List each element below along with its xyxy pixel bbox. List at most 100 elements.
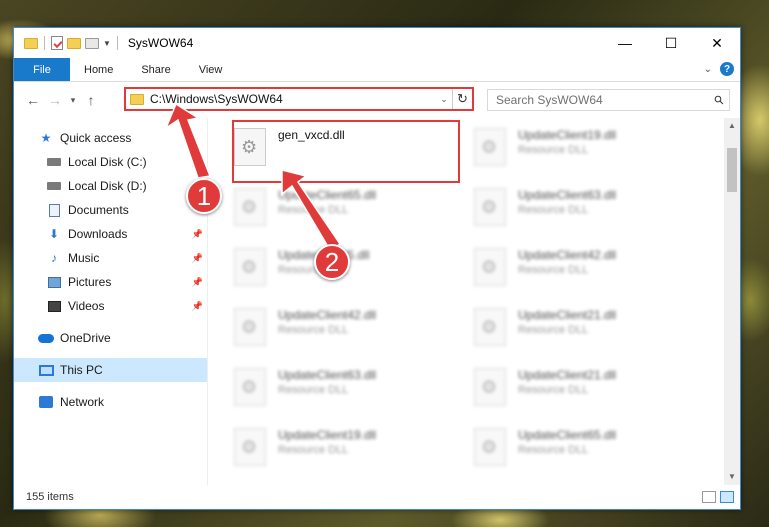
file-type: Resource DLL: [518, 144, 589, 156]
pin-icon: 📌: [191, 228, 203, 239]
file-name: UpdateClient19.dll: [518, 128, 617, 142]
star-icon: ★: [40, 131, 52, 145]
sidebar-item-this-pc[interactable]: This PC: [14, 358, 207, 382]
folder-icon: [130, 93, 144, 105]
new-folder-icon[interactable]: [67, 37, 81, 49]
chevron-down-icon[interactable]: ▼: [103, 39, 111, 48]
file-name: UpdateClient65.dll: [278, 188, 377, 202]
cloud-icon: [38, 331, 54, 345]
dll-file-icon: [474, 368, 506, 406]
window-title: SysWOW64: [127, 36, 194, 50]
recent-locations-icon[interactable]: ▾: [66, 95, 80, 106]
sidebar-item-label: Local Disk (D:): [68, 179, 147, 193]
sidebar-item-local-disk-c[interactable]: Local Disk (C:) 📌: [14, 150, 207, 174]
file-item[interactable]: UpdateClient63.dll Resource DLL: [234, 364, 474, 424]
scroll-down-icon[interactable]: ▼: [724, 469, 740, 485]
large-icons-view-icon[interactable]: [720, 491, 734, 503]
file-name: gen_vxcd.dll: [278, 128, 345, 142]
file-item[interactable]: UpdateClient21.dll Resource DLL: [474, 304, 714, 364]
file-name: UpdateClient63.dll: [278, 368, 377, 382]
tab-view[interactable]: View: [185, 58, 237, 81]
file-name: UpdateClient65.dll: [518, 428, 617, 442]
expand-ribbon-icon[interactable]: ⌄: [704, 64, 712, 75]
sidebar-item-downloads[interactable]: ⬇ Downloads 📌: [14, 222, 207, 246]
file-type: Resource DLL: [518, 204, 589, 216]
drive-icon: [46, 179, 62, 193]
file-type: Resource DLL: [278, 444, 349, 456]
tab-home[interactable]: Home: [70, 58, 127, 81]
file-explorer-window: ▼ SysWOW64 — ☐ ✕ File Home Share View ⌄ …: [13, 27, 741, 510]
title-bar: ▼ SysWOW64 — ☐ ✕: [14, 28, 740, 58]
file-item[interactable]: UpdateClient5.dllResource DLL: [234, 244, 474, 304]
navigation-pane: ★ Quick access Local Disk (C:) 📌 Local D…: [14, 118, 208, 485]
dll-file-icon: [474, 248, 506, 286]
sidebar-item-network[interactable]: Network: [14, 390, 207, 414]
drive-icon: [46, 155, 62, 169]
vertical-scrollbar[interactable]: ▲ ▼: [724, 118, 740, 485]
sidebar-item-label: Quick access: [60, 131, 132, 145]
search-input[interactable]: [496, 93, 709, 107]
file-name: UpdateClient63.dll: [518, 188, 617, 202]
sidebar-item-pictures[interactable]: Pictures 📌: [14, 270, 207, 294]
toolbar-divider: [116, 36, 118, 50]
address-bar[interactable]: C:\Windows\SysWOW64 ⌄ ↻: [124, 87, 474, 111]
file-item[interactable]: UpdateClient65.dll Resource DLL: [474, 424, 714, 484]
annotation-badge-2: 2: [314, 244, 350, 280]
back-icon[interactable]: ←: [22, 92, 44, 108]
address-path[interactable]: C:\Windows\SysWOW64: [150, 92, 436, 106]
ribbon-right: ⌄ ?: [704, 62, 734, 76]
scroll-up-icon[interactable]: ▲: [724, 118, 740, 134]
help-icon[interactable]: ?: [720, 62, 734, 76]
maximize-button[interactable]: ☐: [648, 28, 694, 58]
sidebar-item-label: This PC: [60, 363, 103, 377]
file-item[interactable]: UpdateClient21.dll Resource DLL: [474, 364, 714, 424]
file-grid: gen_vxcd.dll UpdateClient19.dll Resource D…: [234, 124, 740, 484]
status-bar: 155 items: [14, 485, 740, 509]
file-type: Resource DLL: [278, 324, 349, 336]
file-type: Resource DLL: [518, 324, 589, 336]
sidebar-item-label: Local Disk (C:): [68, 155, 147, 169]
search-icon[interactable]: ⚲: [707, 88, 731, 112]
file-type: Resource DLL: [518, 444, 589, 456]
file-item[interactable]: UpdateClient42.dll Resource DLL: [474, 244, 714, 304]
sidebar-item-local-disk-d[interactable]: Local Disk (D:): [14, 174, 207, 198]
sidebar-item-documents[interactable]: Documents: [14, 198, 207, 222]
folder-icon: [24, 37, 38, 49]
dll-file-icon: [474, 128, 506, 166]
annotation-badge-1: 1: [186, 178, 222, 214]
forward-icon[interactable]: →: [44, 92, 66, 108]
computer-icon: [38, 363, 54, 377]
sidebar-item-label: Documents: [68, 203, 129, 217]
chevron-down-icon[interactable]: ⌄: [436, 94, 452, 105]
up-icon[interactable]: ↑: [80, 92, 102, 108]
file-item[interactable]: UpdateClient19.dll Resource DLL: [474, 124, 714, 184]
customize-icon[interactable]: [85, 37, 99, 49]
sidebar-item-videos[interactable]: Videos 📌: [14, 294, 207, 318]
sidebar-item-label: OneDrive: [60, 331, 111, 345]
item-count: 155 items: [26, 491, 74, 503]
file-name: UpdateClient19.dll: [278, 428, 377, 442]
close-button[interactable]: ✕: [694, 28, 740, 58]
sidebar-item-onedrive[interactable]: OneDrive: [14, 326, 207, 350]
pin-icon: 📌: [191, 276, 203, 287]
refresh-icon[interactable]: ↻: [452, 89, 472, 109]
file-item[interactable]: UpdateClient65.dll Resource DLL: [234, 184, 474, 244]
dll-file-icon: [474, 188, 506, 226]
file-item[interactable]: UpdateClient63.dll Resource DLL: [474, 184, 714, 244]
sidebar-item-quick-access[interactable]: ★ Quick access: [14, 126, 207, 150]
file-item[interactable]: UpdateClient42.dll Resource DLL: [234, 304, 474, 364]
details-view-icon[interactable]: [702, 491, 716, 503]
minimize-button[interactable]: —: [602, 28, 648, 58]
properties-icon[interactable]: [51, 36, 63, 50]
file-type: Resource DLL: [518, 384, 589, 396]
sidebar-item-music[interactable]: ♪ Music 📌: [14, 246, 207, 270]
search-box[interactable]: ⚲: [487, 89, 730, 111]
file-name: UpdateClient21.dll: [518, 308, 617, 322]
file-name: UpdateClient42.dll: [518, 248, 617, 262]
tab-file[interactable]: File: [14, 58, 70, 81]
file-item-gen-vxcd[interactable]: gen_vxcd.dll: [234, 124, 474, 184]
dll-file-icon: [234, 308, 266, 346]
file-item[interactable]: UpdateClient19.dll Resource DLL: [234, 424, 474, 484]
tab-share[interactable]: Share: [127, 58, 184, 81]
scrollbar-thumb[interactable]: [727, 148, 737, 192]
